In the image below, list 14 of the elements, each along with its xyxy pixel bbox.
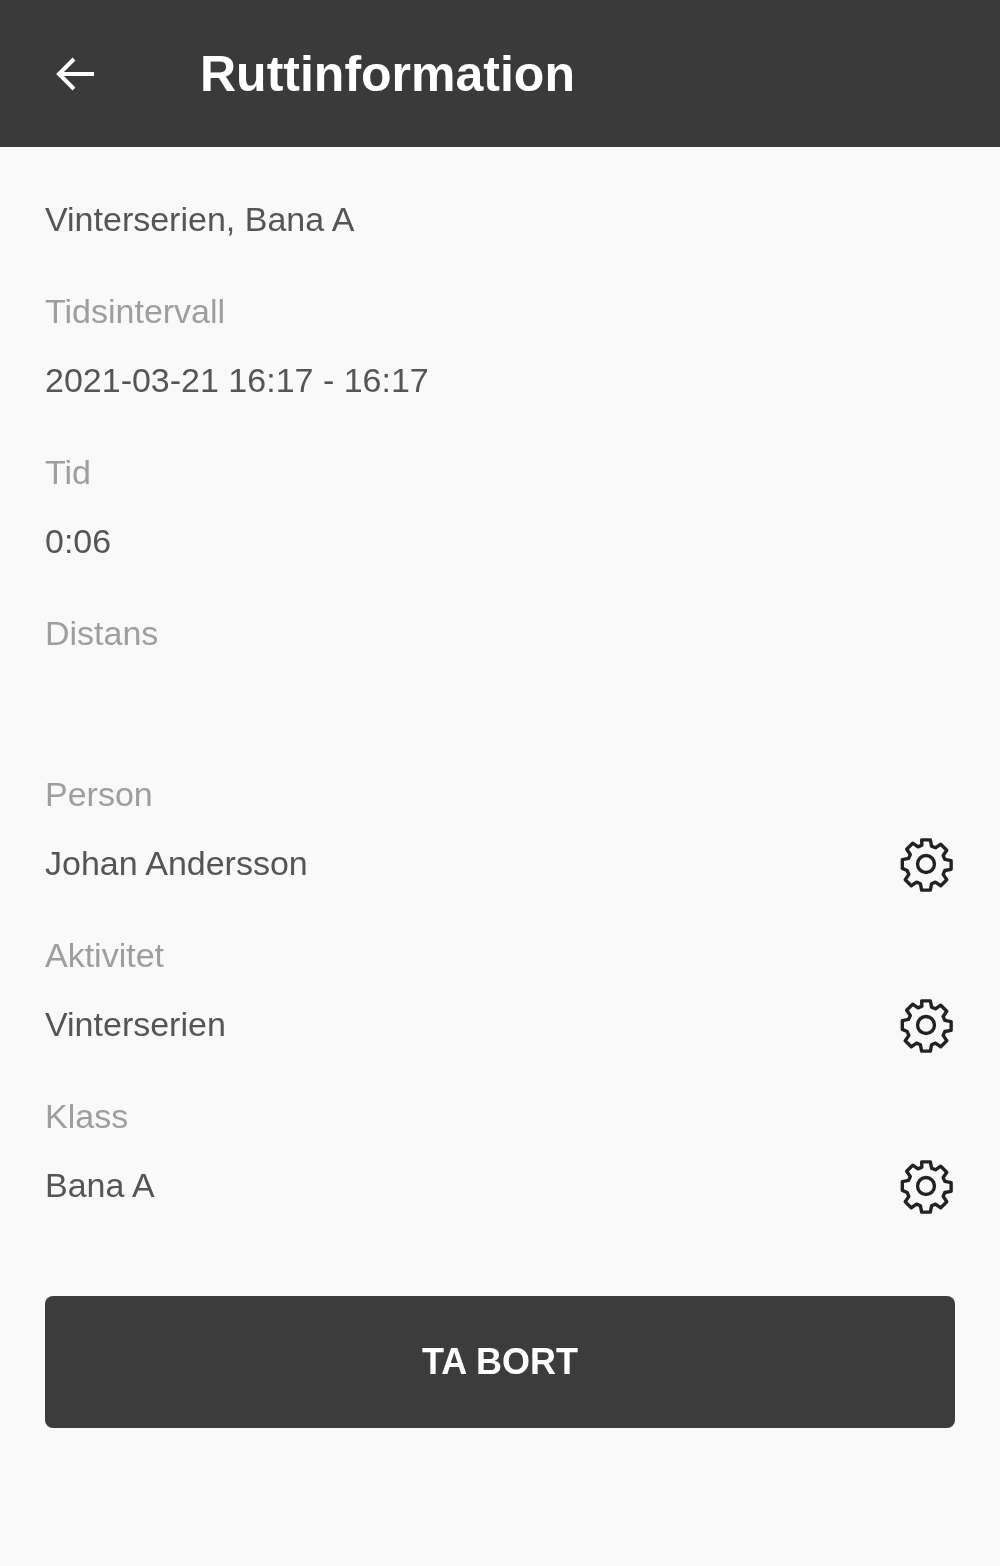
field-label: Aktivitet bbox=[45, 936, 165, 974]
screen-title: Ruttinformation bbox=[200, 44, 575, 103]
field-value: Vinterserien bbox=[45, 1004, 226, 1045]
field-value: Bana A bbox=[45, 1165, 155, 1206]
delete-button[interactable]: TA BORT bbox=[45, 1296, 955, 1428]
field-value: 2021-03-21 16:17 - 16:17 bbox=[45, 360, 429, 401]
field-label: Person bbox=[45, 775, 153, 813]
field-value: 0:06 bbox=[45, 521, 112, 562]
field-label: Distans bbox=[45, 614, 159, 652]
route-name: Vinterserien, Bana A bbox=[45, 199, 356, 240]
field-value: Johan Andersson bbox=[45, 843, 308, 884]
field-label: Klass bbox=[45, 1097, 129, 1135]
field-label: Tidsintervall bbox=[45, 292, 226, 330]
field-label: Tid bbox=[45, 453, 91, 491]
